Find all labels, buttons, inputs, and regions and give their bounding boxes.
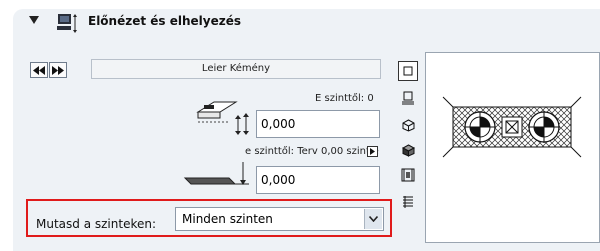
shaded-cube-icon [401,143,415,157]
object-name-field[interactable]: Leier Kémény [91,59,381,79]
preview-window [425,52,600,243]
square-icon [403,66,413,76]
top-level-label: E szinttől: 0 [315,93,374,104]
chimney-plan-preview [442,96,582,158]
level-link-button[interactable] [367,146,378,157]
top-level-input[interactable]: 0,000 [256,110,380,138]
section-view-button[interactable] [398,88,418,108]
show-on-stories-label: Mutasd a szinteken: [36,217,156,231]
panel-title: Előnézet és elhelyezés [88,14,242,28]
3d-shaded-view-button[interactable] [398,140,418,160]
section-icon [402,91,414,105]
wireframe-cube-icon [402,118,414,132]
top-offset-icon [196,101,249,135]
film-strip-icon [401,168,415,182]
bottom-level-input[interactable]: 0,000 [256,166,380,194]
chevron-down-icon[interactable] [364,209,382,229]
next-button[interactable] [49,62,67,78]
show-on-stories-value: Minden szinten [182,212,273,226]
preview-placement-icon [57,14,77,33]
show-on-stories-select[interactable]: Minden szinten [175,207,384,231]
list-icon [403,196,413,208]
bottom-offset-icon [183,162,249,185]
3d-wireframe-view-button[interactable] [398,115,418,135]
bottom-level-label: e szinttől: Terv 0,00 szintje [245,146,379,157]
collapse-arrow-icon[interactable] [29,16,39,24]
previous-button[interactable] [30,62,48,78]
arrow-right-icon [370,148,375,155]
list-view-button[interactable] [398,192,418,212]
plan-view-button[interactable] [398,61,418,81]
film-strip-view-button[interactable] [398,165,418,185]
rewind-icon [33,65,45,75]
fast-forward-icon [52,65,64,75]
